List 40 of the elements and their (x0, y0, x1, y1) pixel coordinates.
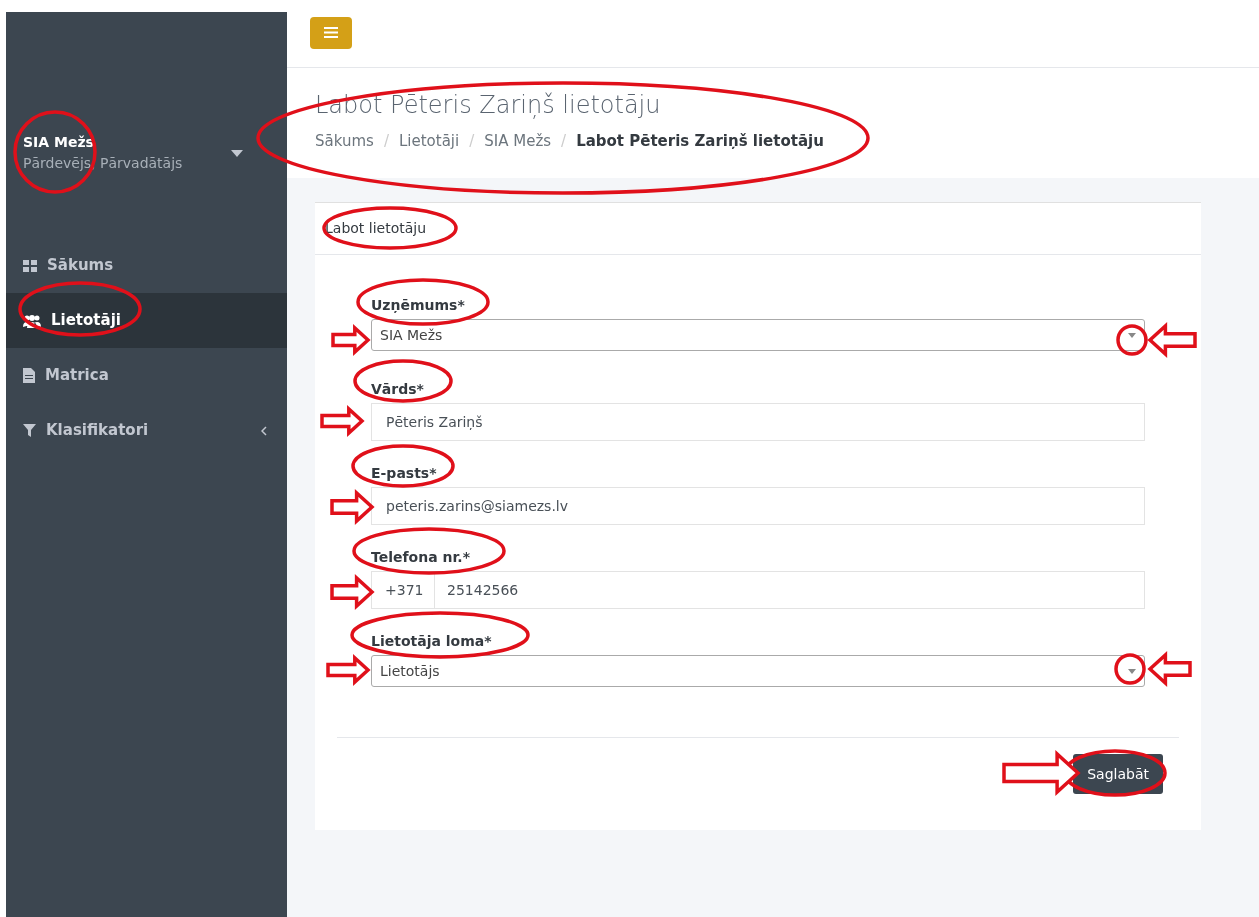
select-field[interactable]: SIA Mežs (371, 319, 1145, 351)
annotation-ellipse (1114, 653, 1146, 685)
annotation-arrow (326, 654, 371, 686)
file-icon (23, 368, 35, 383)
company-name: SIA Mežs (23, 133, 95, 152)
annotation-arrow (330, 489, 375, 525)
input-field[interactable]: peteris.zarins@siamezs.lv (371, 487, 1145, 525)
select-field[interactable]: Lietotājs (371, 655, 1145, 687)
sidebar-item[interactable]: Matrica (6, 348, 287, 403)
sidebar-item[interactable]: Sākums (6, 238, 287, 293)
users-icon (23, 313, 41, 328)
menu-icon (324, 27, 338, 38)
breadcrumb-separator: / (383, 131, 389, 152)
breadcrumb-separator: / (469, 131, 475, 152)
annotation-arrow (330, 574, 375, 610)
grid-icon (23, 259, 37, 272)
input-field[interactable]: Pēteris Zariņš (371, 403, 1145, 441)
breadcrumb-current: Labot Pēteris Zariņš lietotāju (576, 131, 824, 152)
breadcrumb-link[interactable]: Lietotāji (398, 130, 460, 153)
breadcrumb-link[interactable]: SIA Mežs (484, 130, 552, 153)
field-label: Vārds* (371, 380, 425, 399)
annotation-arrow (1147, 322, 1197, 358)
phone-input[interactable]: 25142566 (435, 571, 1145, 609)
breadcrumb-link[interactable]: Sākums (315, 130, 374, 153)
sidebar-item[interactable]: Klasifikatori (6, 403, 287, 458)
annotation-ellipse (1116, 324, 1148, 356)
field-label: E-pasts* (371, 464, 438, 483)
sidebar-item[interactable]: Lietotāji (6, 293, 287, 348)
field-label: Uzņēmums* (371, 296, 466, 315)
breadcrumb-separator: / (561, 131, 567, 152)
annotation-arrow (1147, 651, 1192, 687)
annotation-arrow (320, 405, 365, 437)
caret-icon (1128, 668, 1136, 674)
field-label: Telefona nr.* (371, 548, 471, 567)
filter-icon (23, 424, 36, 437)
caret-icon (231, 149, 243, 157)
caret-icon (1128, 332, 1136, 338)
field-label: Lietotāja loma* (371, 632, 493, 651)
annotation-arrow (331, 324, 371, 356)
card-title: Labot lietotāju (325, 219, 427, 238)
